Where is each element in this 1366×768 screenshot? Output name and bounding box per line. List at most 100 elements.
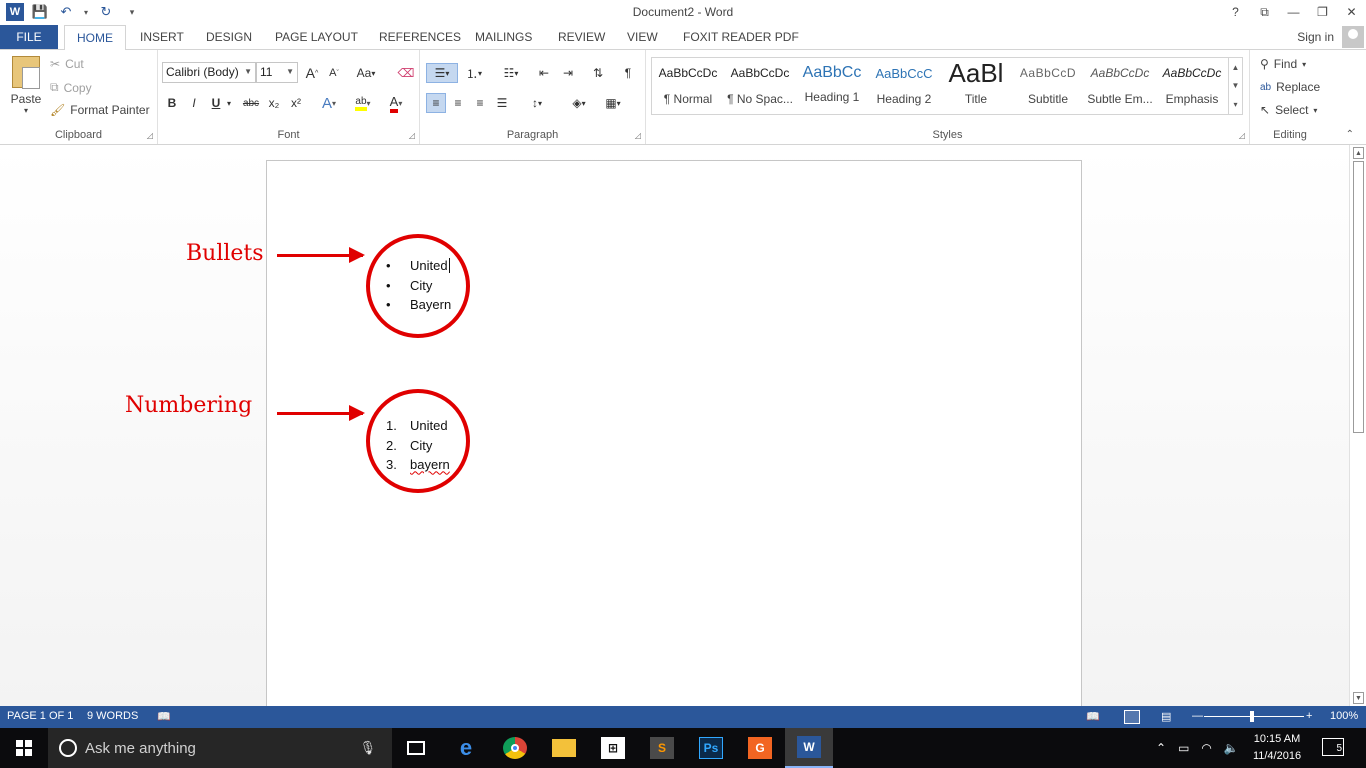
read-mode-icon[interactable]: 📖 — [1086, 710, 1100, 723]
tab-page-layout[interactable]: PAGE LAYOUT — [275, 25, 358, 49]
underline-button[interactable]: U — [206, 93, 226, 113]
change-case-button[interactable]: Aa ▾ — [352, 63, 380, 83]
underline-dropdown-icon[interactable]: ▾ — [224, 93, 234, 113]
font-name-combo[interactable]: Calibri (Body) ▼ — [162, 62, 256, 83]
tab-design[interactable]: DESIGN — [206, 25, 252, 49]
align-right-button[interactable]: ≡ — [470, 93, 490, 113]
list-item[interactable]: 2. City — [386, 436, 450, 456]
grow-font-button[interactable]: A ^ — [302, 63, 322, 83]
print-layout-icon[interactable] — [1124, 710, 1140, 724]
word-app[interactable]: W — [785, 728, 833, 768]
tab-home[interactable]: HOME — [64, 25, 126, 50]
numbering-button[interactable]: ⒈ ▾ — [460, 63, 488, 83]
tab-mailings[interactable]: MAILINGS — [475, 25, 532, 49]
list-item[interactable]: 3. bayern — [386, 455, 450, 475]
tab-review[interactable]: REVIEW — [558, 25, 605, 49]
styles-launcher-icon[interactable]: ◿ — [1239, 131, 1245, 140]
chevron-up-icon[interactable]: ▲ — [1232, 63, 1240, 72]
line-spacing-button[interactable]: ↕ ▾ — [522, 93, 552, 113]
highlight-button[interactable]: ab ▾ — [348, 93, 378, 113]
paste-button[interactable]: Paste ▾ — [8, 56, 44, 115]
proofing-icon[interactable]: 📖 — [157, 710, 171, 723]
decrease-indent-button[interactable]: ⇤ — [534, 63, 554, 83]
restore-button[interactable]: ❐ — [1308, 0, 1337, 24]
zoom-in-icon[interactable]: + — [1306, 710, 1312, 722]
clock[interactable]: 10:15 AM 11/4/2016 — [1246, 731, 1308, 765]
style-normal[interactable]: AaBbCcDc ¶ Normal — [652, 58, 724, 114]
sign-in-link[interactable]: Sign in — [1297, 30, 1334, 44]
edge-app[interactable]: e — [442, 728, 490, 768]
list-item[interactable]: • Bayern — [386, 295, 451, 315]
increase-indent-button[interactable]: ⇥ — [558, 63, 578, 83]
scroll-thumb[interactable] — [1353, 161, 1364, 433]
style-heading-2[interactable]: AaBbCcC Heading 2 — [868, 58, 940, 114]
shading-button[interactable]: ◈ ▾ — [564, 93, 594, 113]
web-layout-icon[interactable]: ▤ — [1161, 710, 1171, 723]
style-title[interactable]: AaBl Title — [940, 58, 1012, 114]
show-hide-button[interactable]: ¶ — [618, 63, 638, 83]
list-item[interactable]: • City — [386, 276, 451, 296]
minimize-button[interactable]: — — [1279, 0, 1308, 24]
find-button[interactable]: ⚲ Find ▾ — [1260, 57, 1306, 71]
superscript-button[interactable]: x² — [286, 93, 306, 113]
list-item[interactable]: 1. United — [386, 416, 450, 436]
file-explorer-app[interactable] — [540, 728, 588, 768]
start-button[interactable] — [0, 728, 48, 768]
foxit-app[interactable]: G — [736, 728, 784, 768]
action-center-button[interactable]: 5 — [1322, 738, 1344, 756]
tab-file[interactable]: FILE — [0, 25, 58, 49]
photoshop-app[interactable]: Ps — [687, 728, 735, 768]
clear-formatting-button[interactable]: ⌫ — [396, 63, 416, 83]
list-item[interactable]: • United — [386, 256, 451, 276]
sublime-app[interactable]: S — [638, 728, 686, 768]
store-app[interactable]: ⊞ — [589, 728, 637, 768]
bulleted-list[interactable]: • United • City • Bayern — [386, 256, 451, 315]
chevron-up-icon[interactable]: ⌃ — [1156, 741, 1166, 755]
wifi-icon[interactable]: ◠ — [1201, 741, 1211, 755]
italic-button[interactable]: I — [184, 93, 204, 113]
collapse-ribbon-icon[interactable]: ⌃ — [1346, 129, 1354, 140]
task-view-button[interactable] — [392, 728, 440, 768]
multilevel-list-button[interactable]: ☷ ▾ — [496, 63, 526, 83]
text-effects-button[interactable]: A ▾ — [316, 93, 342, 113]
cortana-search-box[interactable]: Ask me anything 🎙 — [48, 728, 392, 768]
copy-button[interactable]: ⧉ Copy — [50, 80, 92, 95]
volume-icon[interactable]: 🔈 — [1224, 741, 1239, 755]
zoom-out-icon[interactable]: — — [1192, 710, 1203, 722]
page-count[interactable]: PAGE 1 OF 1 — [7, 710, 73, 722]
cut-button[interactable]: ✂ Cut — [50, 57, 84, 71]
scroll-down-icon[interactable]: ▼ — [1353, 692, 1364, 704]
chevron-down-icon[interactable]: ▼ — [1232, 81, 1240, 90]
styles-gallery-scroll[interactable]: ▲ ▼ ▾ — [1229, 57, 1243, 115]
subscript-button[interactable]: x₂ — [264, 93, 284, 113]
format-painter-button[interactable]: 🖌 Format Painter — [50, 103, 150, 117]
style-emphasis[interactable]: AaBbCcDc Emphasis — [1156, 58, 1228, 114]
microphone-icon[interactable]: 🎙 — [359, 740, 376, 756]
word-count[interactable]: 9 WORDS — [87, 710, 138, 722]
bullets-button[interactable]: ☰ ▾ — [426, 63, 458, 83]
strikethrough-button[interactable]: abc — [238, 93, 264, 113]
more-styles-icon[interactable]: ▾ — [1233, 100, 1237, 109]
style-no-spacing[interactable]: AaBbCcDc ¶ No Spac... — [724, 58, 796, 114]
help-button[interactable]: ? — [1221, 0, 1250, 24]
shrink-font-button[interactable]: Aˇ — [324, 63, 344, 83]
chrome-app[interactable] — [491, 728, 539, 768]
zoom-slider-thumb[interactable] — [1250, 711, 1254, 722]
paragraph-launcher-icon[interactable]: ◿ — [635, 131, 641, 140]
replace-button[interactable]: ab Replace — [1260, 80, 1320, 94]
battery-icon[interactable]: ▭ — [1178, 741, 1189, 755]
close-button[interactable]: ✕ — [1337, 0, 1366, 24]
font-size-combo[interactable]: 11 ▼ — [256, 62, 298, 83]
font-color-button[interactable]: A ▾ — [382, 93, 410, 113]
bold-button[interactable]: B — [162, 93, 182, 113]
style-subtitle[interactable]: AaBbCcD Subtitle — [1012, 58, 1084, 114]
paste-dropdown-icon[interactable]: ▾ — [8, 106, 44, 115]
vertical-scrollbar[interactable]: ▲ ▼ — [1349, 145, 1366, 706]
justify-button[interactable]: ☰ — [492, 93, 512, 113]
clipboard-launcher-icon[interactable]: ◿ — [147, 131, 153, 140]
tab-view[interactable]: VIEW — [627, 25, 658, 49]
scroll-up-icon[interactable]: ▲ — [1353, 147, 1364, 159]
borders-button[interactable]: ▦ ▾ — [598, 93, 628, 113]
ribbon-display-options-button[interactable]: ⧉ — [1250, 0, 1279, 24]
select-button[interactable]: ↖ Select ▾ — [1260, 103, 1317, 117]
